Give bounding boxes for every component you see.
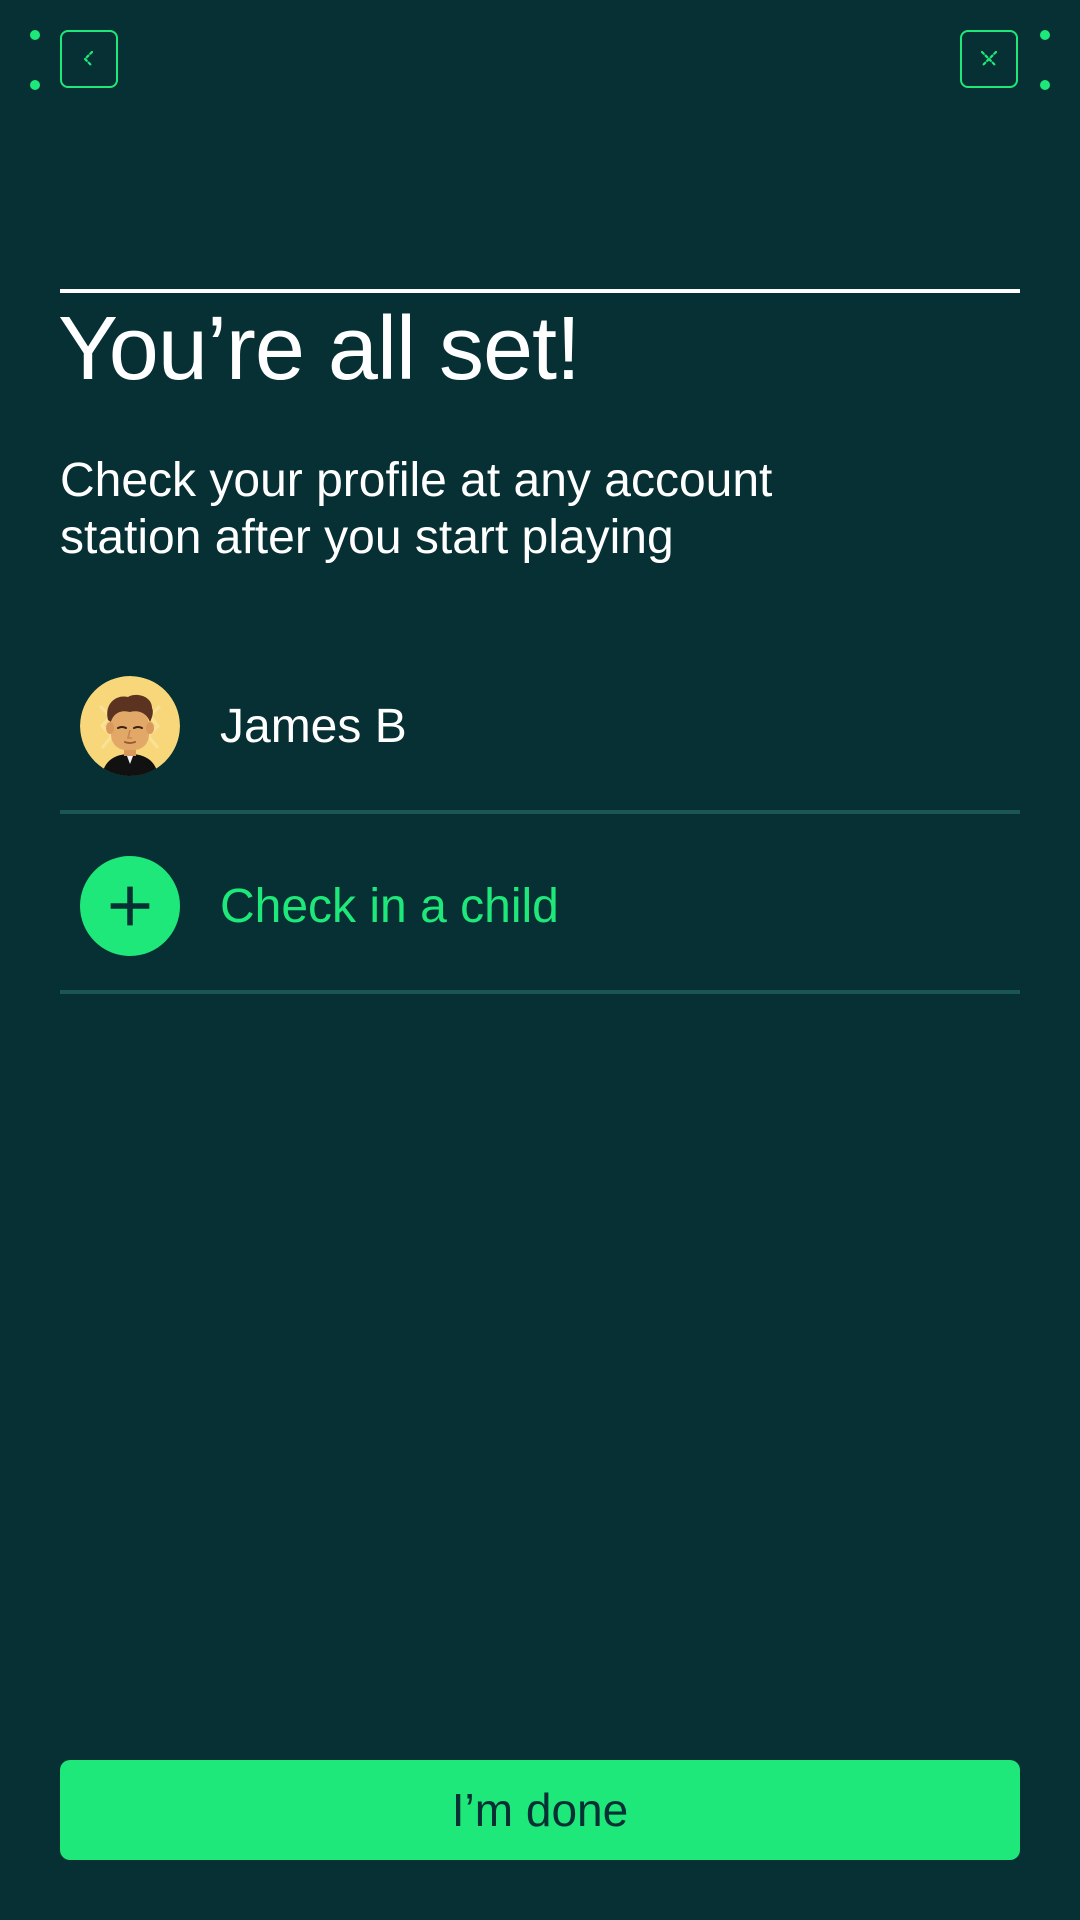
chevron-left-icon [83, 50, 94, 68]
back-button[interactable] [60, 30, 118, 88]
check-in-child-row[interactable]: Check in a child [60, 818, 1020, 994]
divider [60, 810, 1020, 814]
done-button[interactable]: I’m done [60, 1760, 1020, 1860]
title-rule [60, 289, 1020, 293]
avatar [80, 676, 180, 776]
plus-icon [110, 886, 150, 926]
page-subtitle: Check your profile at any account statio… [60, 454, 773, 564]
add-child-button[interactable] [80, 856, 180, 956]
profile-row[interactable]: James B [60, 638, 1020, 814]
corner-dot-top-right [1040, 30, 1050, 40]
corner-dot-top-left [30, 30, 40, 40]
corner-dot-bottom-left [30, 80, 40, 90]
corner-dot-bottom-right [1040, 80, 1050, 90]
check-in-child-label[interactable]: Check in a child [220, 879, 559, 934]
page-title: You’re all set! [58, 299, 581, 399]
close-button[interactable] [960, 30, 1018, 88]
profile-name: James B [220, 699, 407, 753]
close-icon [980, 50, 998, 68]
divider [60, 990, 1020, 994]
avatar-cartoon-icon [80, 676, 180, 776]
